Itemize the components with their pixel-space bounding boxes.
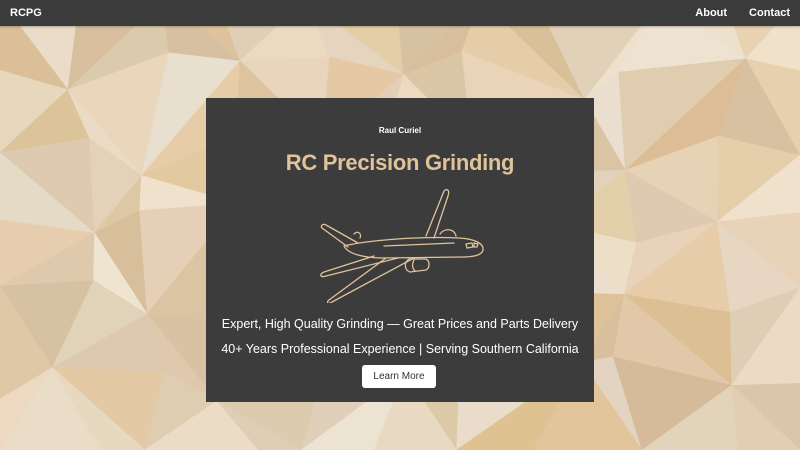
airplane-icon: [320, 189, 484, 303]
tagline-experience: 40+ Years Professional Experience | Serv…: [221, 342, 579, 356]
brand-link[interactable]: RCPG: [10, 0, 42, 26]
tagline-quality: Expert, High Quality Grinding — Great Pr…: [221, 317, 579, 331]
nav-link-about[interactable]: About: [695, 0, 727, 26]
hero-card: Raul Curiel RC Precision Grinding Expert…: [206, 98, 594, 402]
learn-more-button[interactable]: Learn More: [362, 365, 436, 388]
nav-link-contact[interactable]: Contact: [749, 0, 790, 26]
hero-title: RC Precision Grinding: [285, 150, 515, 175]
nav-links: About Contact: [695, 0, 790, 26]
owner-name: Raul Curiel: [378, 126, 422, 135]
navbar: RCPG About Contact: [0, 0, 800, 26]
